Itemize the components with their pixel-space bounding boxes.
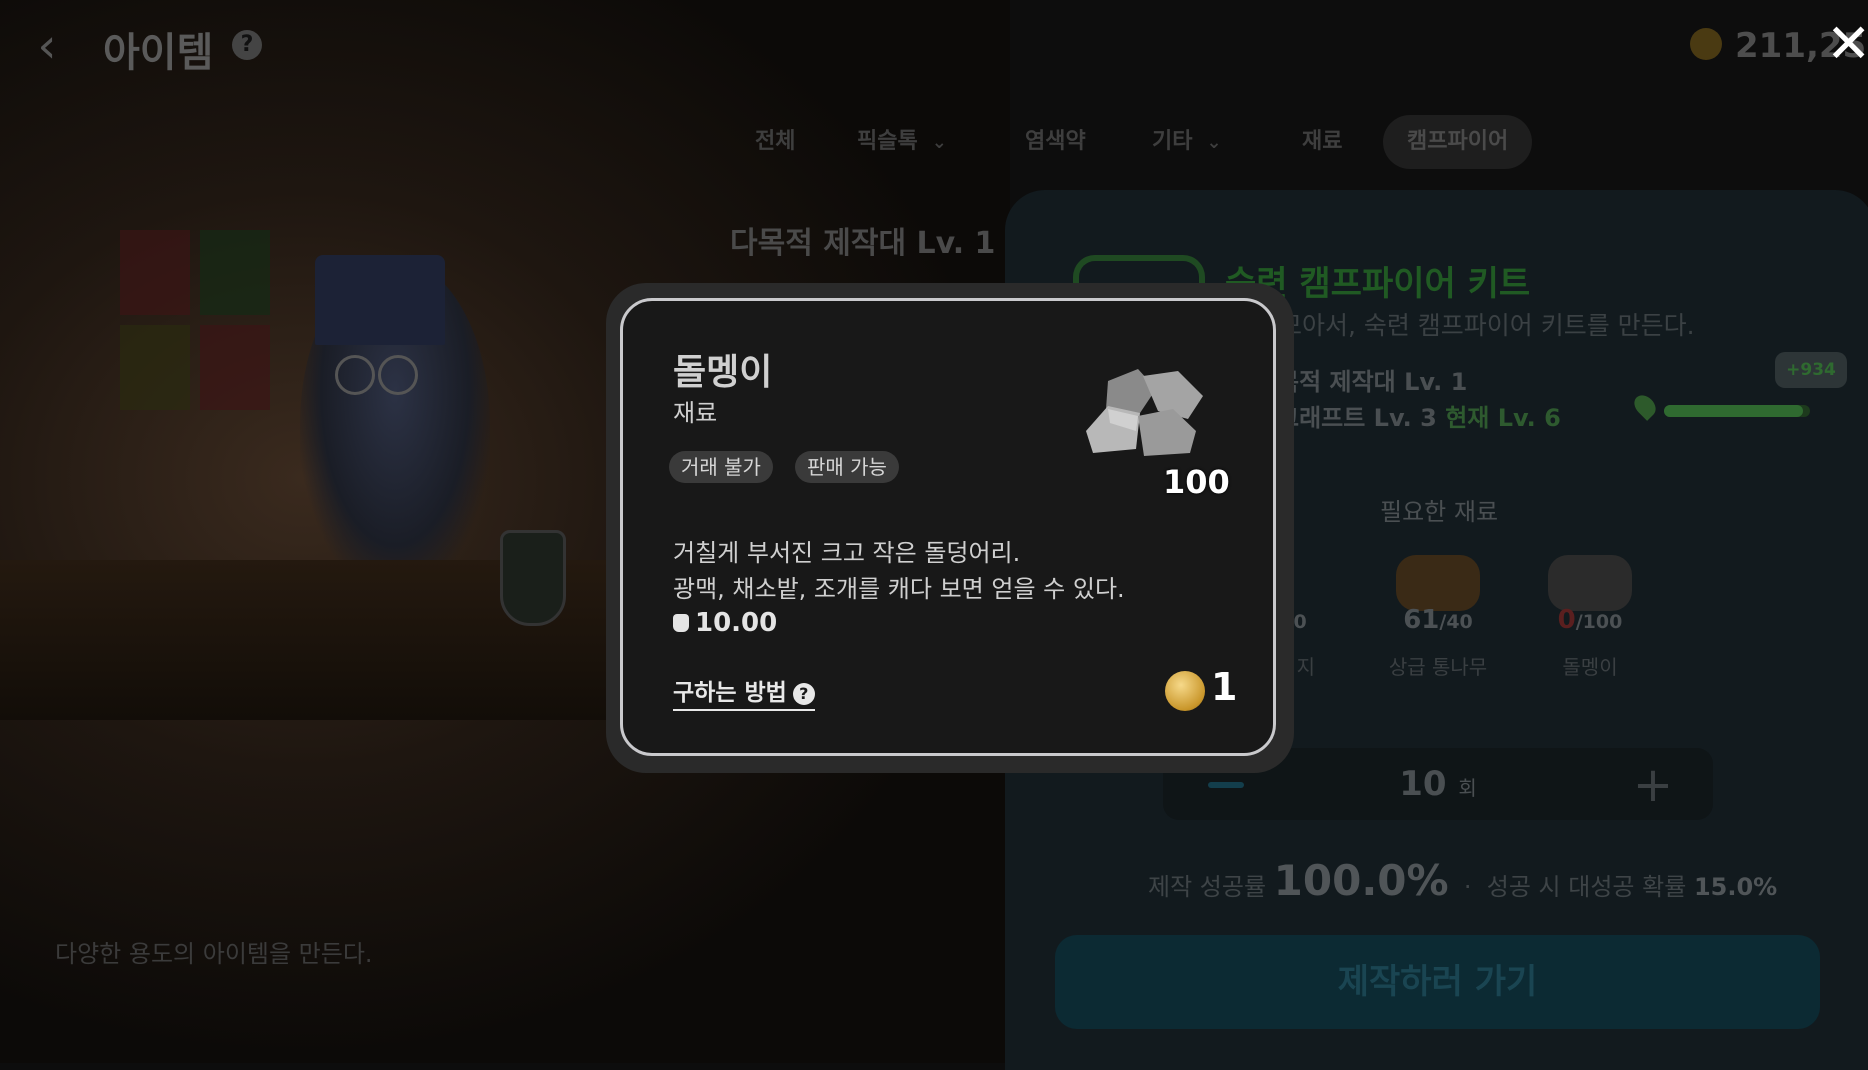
item-tooltip: 돌멩이 재료 거래 불가 판매 가능 100 거칠게 부서진 크고 작은 돌덩어… bbox=[620, 298, 1276, 756]
go-craft-button[interactable]: 제작하러 가기 bbox=[1055, 935, 1820, 1029]
tab-materials[interactable]: 재료 bbox=[1302, 115, 1342, 169]
material-label: 상급 통나무 bbox=[1388, 655, 1488, 679]
recipe-description: 돌을 모아서, 숙련 캠프파이어 키트를 만든다. bbox=[1225, 311, 1695, 340]
tab-all[interactable]: 전체 bbox=[755, 115, 795, 169]
log-icon bbox=[1396, 555, 1480, 611]
help-icon[interactable]: ? bbox=[232, 30, 262, 60]
item-category: 재료 bbox=[673, 399, 718, 427]
item-weight: 10.00 bbox=[673, 608, 777, 638]
tag-sellable: 판매 가능 bbox=[795, 451, 899, 483]
glasses-left bbox=[335, 355, 375, 395]
gold-coin-icon bbox=[1165, 671, 1205, 711]
chevron-down-icon: ⌄ bbox=[931, 132, 947, 153]
character-hat bbox=[315, 255, 445, 345]
stained-glass-window bbox=[120, 230, 280, 420]
item-quantity: 100 bbox=[1163, 463, 1230, 501]
chevron-down-icon: ⌄ bbox=[1206, 132, 1222, 153]
exp-bar-fill bbox=[1664, 405, 1803, 417]
success-rate-line: 제작 성공률 100.0% · 성공 시 대성공 확률 15.0% bbox=[1148, 856, 1778, 905]
station-description: 다양한 용도의 아이템을 만든다. bbox=[55, 940, 373, 968]
glasses-right bbox=[378, 355, 418, 395]
currency-display: 211,25 bbox=[1690, 24, 1866, 66]
item-description-line2: 광맥, 채소밭, 조개를 캐다 보면 얻을 수 있다. bbox=[673, 575, 1125, 603]
tag-untradable: 거래 불가 bbox=[669, 451, 773, 483]
great-success-rate: 15.0% bbox=[1693, 873, 1778, 901]
item-name: 돌멩이 bbox=[673, 352, 773, 393]
page-title: 아이템 bbox=[103, 30, 214, 76]
tab-etc[interactable]: 기타 ⌄ bbox=[1152, 115, 1222, 169]
material-item[interactable]: 61/40 상급 통나무 bbox=[1383, 555, 1493, 680]
requirement-skill: 크래프트 Lv. 3 현재 Lv. 6 bbox=[1277, 404, 1561, 432]
tab-dye[interactable]: 염색약 bbox=[1025, 115, 1086, 169]
how-to-get-link[interactable]: 구하는 방법? bbox=[673, 673, 815, 711]
item-price: 1 bbox=[1211, 665, 1238, 709]
weight-icon bbox=[673, 614, 689, 632]
flask-prop bbox=[500, 530, 566, 626]
rock-icon bbox=[1086, 369, 1203, 456]
rock-icon bbox=[1548, 555, 1632, 611]
help-icon: ? bbox=[792, 683, 815, 705]
craft-count: 10 bbox=[1399, 764, 1447, 804]
exp-bonus-badge: +934 bbox=[1775, 352, 1847, 388]
increment-button[interactable]: + bbox=[1628, 760, 1678, 810]
item-description-line1: 거칠게 부서진 크고 작은 돌덩어리. bbox=[673, 539, 1021, 567]
back-button[interactable]: ‹ bbox=[22, 18, 72, 74]
station-title: 다목적 제작대 Lv. 1 bbox=[730, 226, 996, 261]
material-item[interactable]: 0/100 돌멩이 bbox=[1535, 555, 1645, 680]
close-button[interactable]: ✕ bbox=[1826, 17, 1868, 71]
materials-header: 필요한 재료 bbox=[1380, 498, 1499, 526]
material-label: 돌멩이 bbox=[1562, 655, 1618, 679]
requirement-station: 목적 제작대 Lv. 1 bbox=[1277, 368, 1468, 396]
tab-campfire[interactable]: 캠프파이어 bbox=[1383, 115, 1533, 169]
success-rate: 100.0% bbox=[1273, 856, 1449, 905]
coin-icon bbox=[1690, 28, 1722, 60]
exp-bar bbox=[1664, 405, 1810, 417]
tab-pixeltalk[interactable]: 픽슬톡 ⌄ bbox=[857, 115, 947, 169]
